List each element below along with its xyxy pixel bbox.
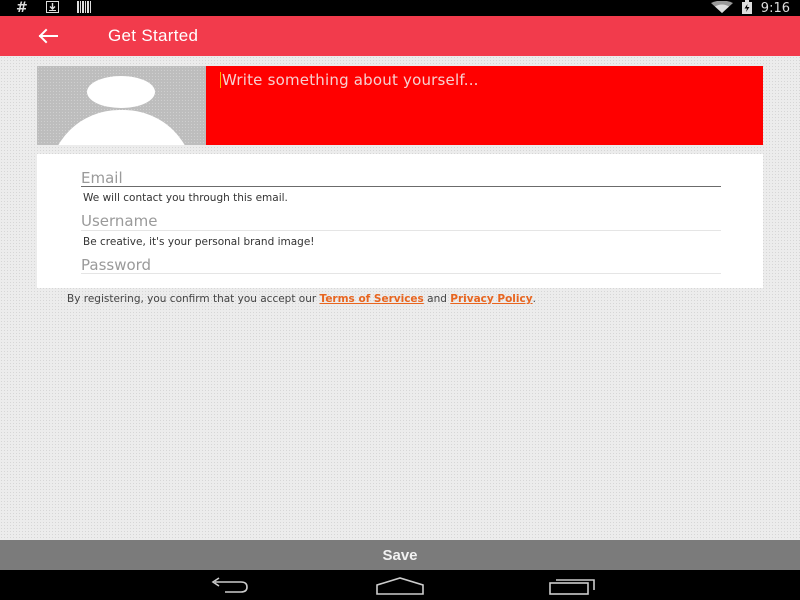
password-field[interactable]: Password <box>81 256 151 274</box>
about-placeholder: Write something about yourself... <box>222 71 479 89</box>
username-field[interactable]: Username <box>81 212 157 230</box>
app-bar: Get Started <box>0 16 800 56</box>
email-underline <box>81 186 721 187</box>
download-icon <box>45 0 59 16</box>
avatar-placeholder-icon <box>87 76 155 108</box>
home-nav-icon[interactable] <box>375 574 425 598</box>
main-content: Write something about yourself... Email … <box>0 56 800 540</box>
terms-notice: By registering, you confirm that you acc… <box>67 293 536 305</box>
back-nav-icon[interactable] <box>204 574 254 598</box>
text-cursor <box>220 72 221 88</box>
username-underline <box>81 230 721 231</box>
status-time: 9:16 <box>760 0 790 16</box>
email-field[interactable]: Email <box>81 169 123 187</box>
navigation-bar <box>0 570 800 600</box>
hash-icon: # <box>16 0 28 16</box>
registration-form: Email We will contact you through this e… <box>37 154 763 288</box>
status-bar: # 9:16 <box>0 0 800 16</box>
avatar-picker[interactable] <box>37 66 206 145</box>
about-yourself-input[interactable]: Write something about yourself... <box>206 66 763 145</box>
battery-icon <box>741 0 753 17</box>
barcode-icon <box>76 0 91 16</box>
password-underline <box>81 273 721 274</box>
page-title: Get Started <box>108 26 199 45</box>
avatar-body-shape <box>49 110 194 145</box>
save-button[interactable]: Save <box>0 540 800 570</box>
back-arrow-icon[interactable] <box>30 22 66 50</box>
terms-of-services-link[interactable]: Terms of Services <box>320 293 424 305</box>
recents-nav-icon[interactable] <box>547 574 597 598</box>
privacy-policy-link[interactable]: Privacy Policy <box>450 293 532 305</box>
email-hint: We will contact you through this email. <box>83 192 288 204</box>
wifi-icon <box>710 0 733 16</box>
username-hint: Be creative, it's your personal brand im… <box>83 236 315 248</box>
